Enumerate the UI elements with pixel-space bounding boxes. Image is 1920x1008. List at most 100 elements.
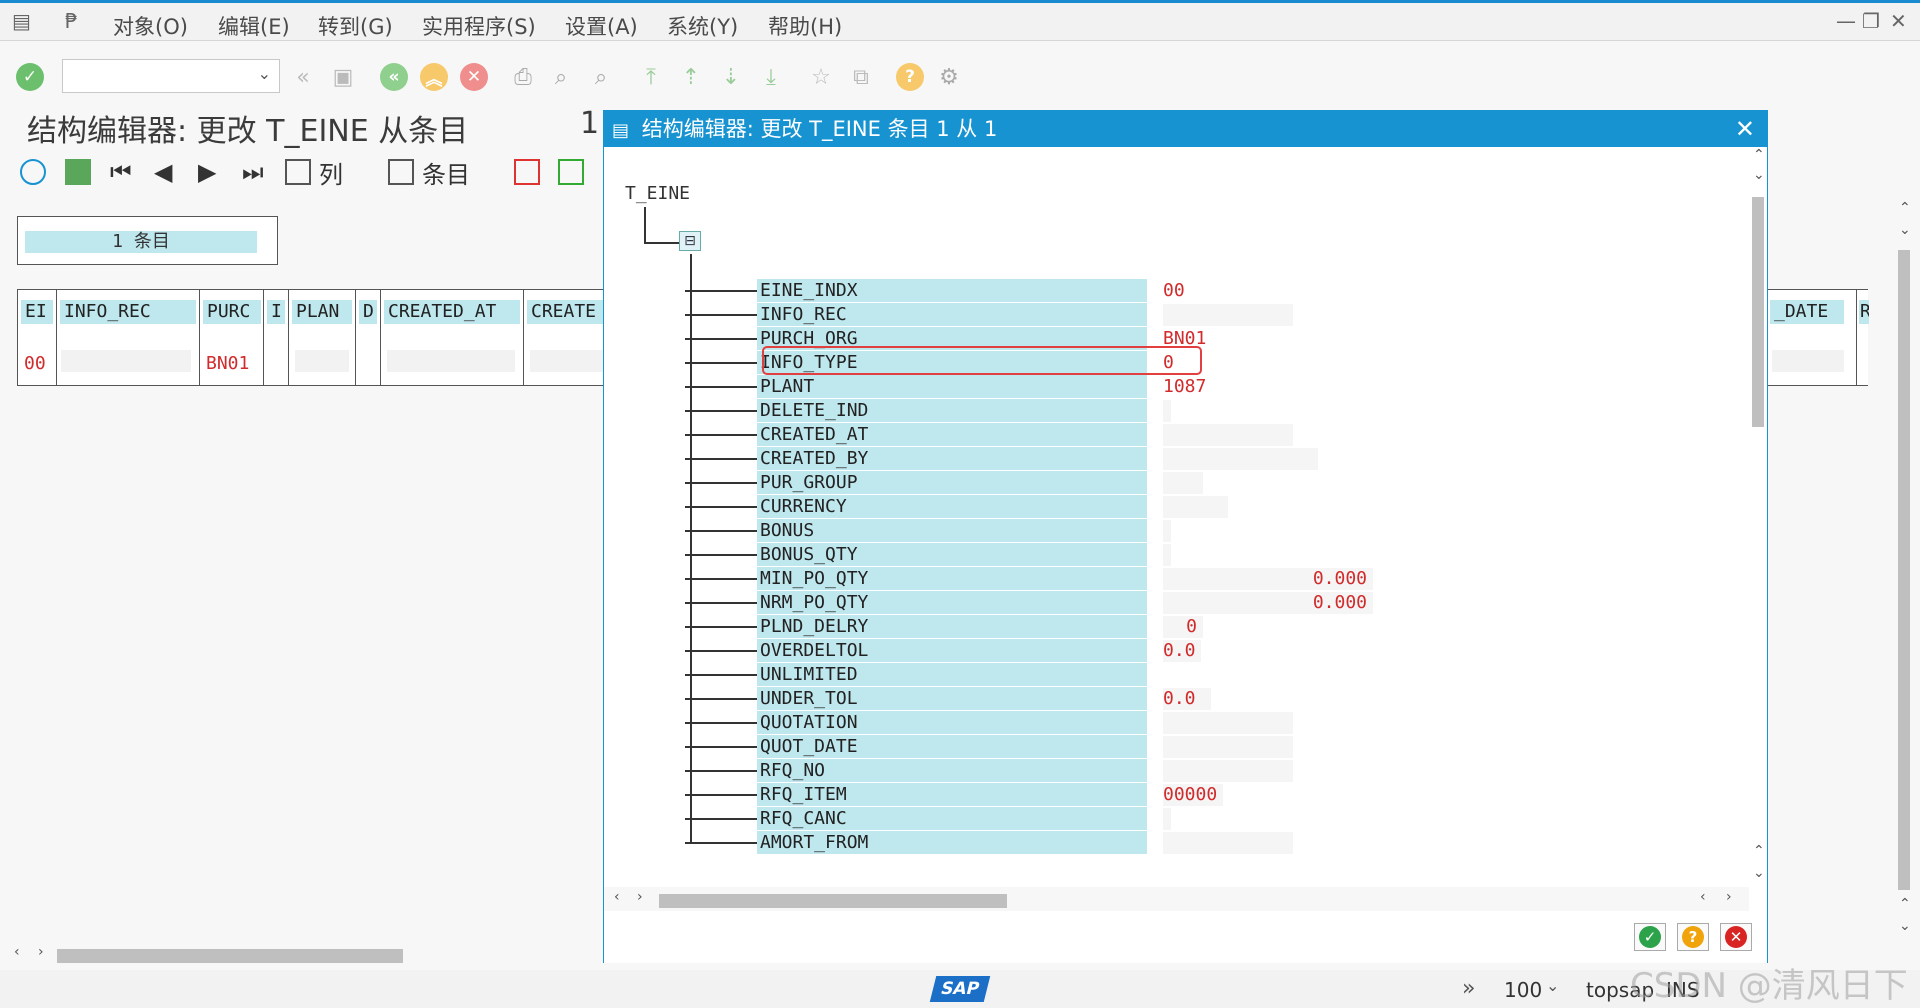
menu-settings[interactable]: 设置(A)	[565, 11, 638, 41]
previous-entry-button[interactable]: ◀	[154, 156, 172, 188]
close-icon[interactable]: ✕	[1735, 111, 1755, 147]
field-value[interactable]: 0.000	[1163, 591, 1373, 614]
exit-icon[interactable]: ︽	[420, 63, 448, 91]
table-header[interactable]: _DATE	[1770, 300, 1844, 324]
help-icon[interactable]: ?	[896, 63, 924, 91]
help-button[interactable]: ?	[1677, 923, 1709, 951]
scroll-up-icon[interactable]: ⌃	[1899, 200, 1911, 216]
scroll-thumb[interactable]	[1752, 197, 1764, 427]
command-field[interactable]: ⌄	[62, 59, 280, 93]
field-value[interactable]: 0.0	[1163, 639, 1196, 662]
field-value[interactable]: 1087	[1163, 375, 1206, 398]
dialog-horizontal-scrollbar[interactable]: ‹ › ‹ ›	[604, 887, 1749, 911]
field-input[interactable]	[1163, 496, 1228, 518]
menu-help[interactable]: 帮助(H)	[768, 11, 842, 41]
main-horizontal-scrollbar[interactable]: ‹ ›	[10, 944, 600, 966]
cancel-button[interactable]: ✕	[1720, 923, 1752, 951]
table-header[interactable]: PLAN	[292, 300, 352, 324]
table-cell[interactable]: BN01	[206, 353, 249, 374]
field-input[interactable]	[1163, 736, 1293, 758]
scroll-down-icon[interactable]: ⌄	[1899, 222, 1911, 238]
scroll-right-icon[interactable]: ›	[1726, 889, 1732, 905]
field-input[interactable]	[1163, 424, 1293, 446]
scroll-left-icon[interactable]: ‹	[14, 944, 20, 960]
scroll-up-icon[interactable]: ⌃	[1753, 147, 1765, 163]
delete-row-button[interactable]	[514, 156, 548, 188]
table-header[interactable]: CREATED_AT	[384, 300, 520, 324]
field-input[interactable]	[1163, 400, 1171, 422]
next-entry-button[interactable]: ▶	[198, 156, 216, 188]
field-value[interactable]: 0	[1163, 615, 1203, 638]
scroll-left-icon[interactable]: ‹	[1700, 889, 1706, 905]
cancel-icon[interactable]: ✕	[460, 63, 488, 91]
refresh-button[interactable]	[20, 156, 54, 188]
dialog-vertical-scrollbar[interactable]: ⌃ ⌄ ⌃ ⌄	[1749, 147, 1767, 887]
field-input[interactable]	[1163, 808, 1171, 830]
table-cell[interactable]	[387, 350, 515, 372]
gear-icon[interactable]: ⚙	[934, 62, 964, 92]
scroll-right-icon[interactable]: ›	[637, 889, 643, 905]
menu-icon[interactable]: ▤	[12, 9, 31, 33]
close-window-icon[interactable]: ✕	[1890, 9, 1907, 33]
scroll-up-icon[interactable]: ⌃	[1753, 843, 1765, 859]
table-header[interactable]: D	[359, 300, 377, 324]
zoom-chevron-icon[interactable]: ⌄	[1546, 976, 1559, 995]
scroll-up-icon[interactable]: ⌃	[1899, 896, 1911, 912]
table-header[interactable]: EI	[21, 300, 53, 324]
table-cell[interactable]	[530, 350, 614, 372]
table-header[interactable]: PURC	[203, 300, 261, 324]
last-entry-button[interactable]: ⏭	[242, 156, 264, 188]
create-session-icon[interactable]: ☆	[806, 62, 836, 92]
main-vertical-scrollbar[interactable]: ⌃ ⌄ ⌃ ⌄	[1893, 196, 1917, 936]
field-input[interactable]	[1163, 520, 1171, 542]
first-entry-button[interactable]: ⏮	[110, 156, 132, 188]
shortcut-icon[interactable]: ⧉	[846, 62, 876, 92]
field-value[interactable]: 00	[1163, 279, 1185, 302]
sap-menu-icon[interactable]: ₱	[65, 9, 78, 33]
menu-utilities[interactable]: 实用程序(S)	[422, 11, 536, 41]
field-value[interactable]: 0.0	[1163, 687, 1196, 710]
table-cell[interactable]	[1772, 350, 1844, 372]
field-value[interactable]: 00000	[1163, 783, 1217, 806]
confirm-button[interactable]: ✓	[1634, 923, 1666, 951]
field-input[interactable]	[1163, 760, 1293, 782]
hierarchy-button[interactable]	[65, 156, 99, 188]
field-input[interactable]	[1163, 472, 1203, 494]
scroll-down-icon[interactable]: ⌄	[1753, 167, 1765, 183]
table-cell[interactable]: 00	[24, 353, 46, 374]
menu-object[interactable]: 对象(O)	[113, 11, 188, 41]
scroll-thumb[interactable]	[57, 949, 403, 963]
scroll-right-icon[interactable]: ›	[38, 944, 44, 960]
field-input[interactable]	[1163, 448, 1318, 470]
expand-status-icon[interactable]: »	[1462, 976, 1475, 1001]
table-cell[interactable]	[61, 350, 191, 372]
table-header[interactable]: INFO_REC	[60, 300, 196, 324]
insert-row-button[interactable]	[558, 156, 592, 188]
columns-button[interactable]: 列	[285, 156, 343, 189]
table-header[interactable]: R	[1859, 300, 1869, 324]
field-input[interactable]	[1163, 304, 1293, 326]
scroll-down-icon[interactable]: ⌄	[1899, 918, 1911, 934]
field-input[interactable]	[1163, 832, 1293, 854]
scroll-down-icon[interactable]: ⌄	[1753, 865, 1765, 881]
menu-edit[interactable]: 编辑(E)	[218, 11, 290, 41]
enter-icon[interactable]: ✓	[16, 63, 44, 91]
minimize-icon[interactable]: —	[1836, 9, 1856, 33]
scroll-thumb[interactable]	[659, 894, 1007, 908]
menu-goto[interactable]: 转到(G)	[318, 11, 393, 41]
field-input[interactable]	[1163, 712, 1293, 734]
chevron-down-icon[interactable]: ⌄	[258, 64, 271, 83]
field-value[interactable]: 0.000	[1163, 567, 1373, 590]
restore-icon[interactable]: ❐	[1862, 9, 1880, 33]
menu-system[interactable]: 系统(Y)	[667, 11, 738, 41]
delete-row-icon	[514, 159, 540, 185]
zoom-level[interactable]: 100	[1504, 978, 1542, 1002]
entries-button[interactable]: 条目	[388, 156, 470, 189]
table-header[interactable]: I	[267, 300, 285, 324]
table-cell[interactable]	[295, 350, 349, 372]
scroll-thumb[interactable]	[1898, 250, 1910, 890]
scroll-left-icon[interactable]: ‹	[614, 889, 620, 905]
back-icon[interactable]: «	[380, 63, 408, 91]
folder-icon[interactable]: ⊟	[679, 231, 701, 251]
field-input[interactable]	[1163, 544, 1171, 566]
